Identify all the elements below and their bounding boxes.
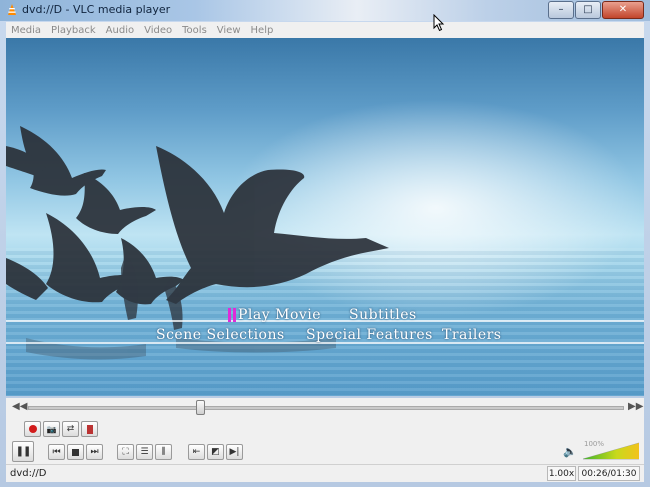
- close-button[interactable]: ✕: [602, 1, 644, 19]
- maximize-button[interactable]: □: [575, 1, 601, 19]
- selection-marker: [228, 308, 231, 322]
- snapshot-button[interactable]: 📷: [43, 421, 60, 437]
- maximize-icon: □: [583, 4, 593, 15]
- dvd-subtitles[interactable]: Subtitles: [349, 307, 417, 323]
- menu-help[interactable]: Help: [246, 25, 279, 36]
- menu-audio[interactable]: Audio: [101, 25, 139, 36]
- vlc-window: dvd://D - VLC media player – □ ✕ Media P…: [0, 0, 650, 487]
- dvd-menu-overlay: Play Movie Subtitles Scene Selections Sp…: [6, 307, 644, 352]
- loop-button[interactable]: ⇤: [188, 444, 205, 460]
- menu-video[interactable]: Video: [139, 25, 177, 36]
- seek-backward-icon[interactable]: ◀◀: [12, 401, 27, 412]
- menu-media[interactable]: Media: [6, 25, 46, 36]
- record-icon: [28, 425, 37, 433]
- dvd-play-movie[interactable]: Play Movie: [238, 307, 321, 323]
- status-bar: dvd://D 1.00x 00:26/01:30: [6, 464, 644, 482]
- next-button[interactable]: ⏭: [86, 444, 103, 460]
- seek-handle[interactable]: [196, 400, 205, 415]
- dvd-trailers[interactable]: Trailers: [442, 327, 502, 343]
- pause-icon: ❚❚: [15, 446, 32, 457]
- playlist-icon: ☰: [140, 447, 149, 457]
- vlc-cone-icon: [8, 4, 16, 15]
- mouse-cursor-icon: [433, 14, 445, 32]
- frame-by-frame-button[interactable]: ▶|: [226, 444, 243, 460]
- seek-bar-row: ◀◀ ▶▶: [6, 398, 644, 416]
- previous-button[interactable]: ⏮: [48, 444, 65, 460]
- time-display[interactable]: 00:26/01:30: [578, 466, 640, 481]
- stop-icon: [72, 448, 79, 456]
- selection-marker: [233, 308, 236, 322]
- menu-playback[interactable]: Playback: [46, 25, 101, 36]
- controls-panel: 📷 ⇄ ❚❚ ⏮ ⏭ ⛶ ☰ ⫼ ⇤ ◩ ▶| 🔈 100%: [6, 416, 644, 464]
- random-icon: ◩: [211, 447, 220, 457]
- status-source: dvd://D: [10, 468, 47, 479]
- fullscreen-icon: ⛶: [122, 447, 129, 457]
- random-button[interactable]: ◩: [207, 444, 224, 460]
- dvd-special-features[interactable]: Special Features: [306, 327, 433, 343]
- seek-forward-icon[interactable]: ▶▶: [628, 401, 643, 412]
- previous-icon: ⏮: [52, 447, 61, 457]
- volume-slider[interactable]: [583, 442, 639, 460]
- frame-step-icon: [86, 424, 93, 434]
- extended-settings-icon: ⫼: [161, 447, 166, 457]
- menu-view[interactable]: View: [212, 25, 246, 36]
- speaker-icon[interactable]: 🔈: [563, 445, 577, 458]
- dvd-scene-selections[interactable]: Scene Selections: [156, 327, 285, 343]
- video-display[interactable]: Play Movie Subtitles Scene Selections Sp…: [6, 38, 644, 396]
- playback-speed[interactable]: 1.00x: [547, 466, 576, 481]
- minimize-icon: –: [558, 4, 564, 15]
- playlist-button[interactable]: ☰: [136, 444, 153, 460]
- title-bar[interactable]: dvd://D - VLC media player – □ ✕: [0, 0, 650, 21]
- snapshot-icon: 📷: [46, 424, 57, 434]
- minimize-button[interactable]: –: [548, 1, 574, 19]
- loop-ab-icon: ⇄: [66, 424, 75, 434]
- seek-bar[interactable]: [28, 406, 624, 410]
- loop-icon: ⇤: [192, 447, 201, 457]
- stop-button[interactable]: [67, 444, 84, 460]
- frame-by-frame-icon: ▶|: [229, 447, 240, 457]
- dvd-menu-rule-top: [6, 320, 644, 322]
- record-button[interactable]: [24, 421, 41, 437]
- loop-ab-button[interactable]: ⇄: [62, 421, 79, 437]
- next-icon: ⏭: [90, 447, 99, 457]
- window-title: dvd://D - VLC media player: [22, 3, 171, 16]
- pause-button[interactable]: ❚❚: [12, 441, 34, 462]
- extended-settings-button[interactable]: ⫼: [155, 444, 172, 460]
- close-icon: ✕: [618, 4, 628, 15]
- fullscreen-button[interactable]: ⛶: [117, 444, 134, 460]
- menu-tools[interactable]: Tools: [177, 25, 212, 36]
- menu-bar: Media Playback Audio Video Tools View He…: [6, 22, 644, 39]
- frame-step-button[interactable]: [81, 421, 98, 437]
